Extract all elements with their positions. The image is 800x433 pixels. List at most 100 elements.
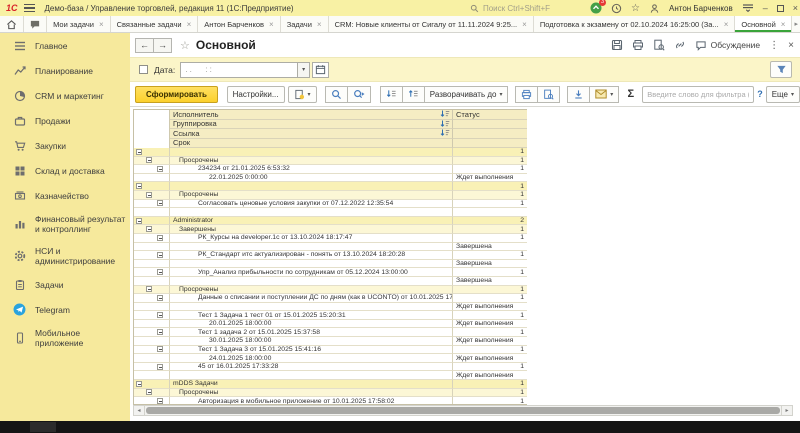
status-cell[interactable]: Завершена bbox=[453, 260, 527, 269]
row-text-cell[interactable] bbox=[170, 182, 453, 191]
count-cell[interactable]: 1 bbox=[453, 268, 527, 277]
status-cell[interactable]: Ждет выполнения bbox=[453, 371, 527, 380]
autosum-button[interactable]: Σ bbox=[625, 88, 638, 100]
table-row[interactable]: Просрочены1 bbox=[134, 157, 527, 166]
collapse-icon[interactable] bbox=[157, 312, 163, 318]
row-text-cell[interactable]: Просрочены bbox=[170, 157, 453, 166]
row-text-cell[interactable]: Тест 1 Задача 1 тест 01 от 15.01.2025 15… bbox=[170, 311, 453, 320]
tab-close-icon[interactable]: × bbox=[724, 20, 729, 29]
table-row[interactable]: Ждет выполнения bbox=[134, 371, 527, 380]
close-report-icon[interactable]: × bbox=[788, 40, 794, 51]
table-row[interactable]: Авторизация в мобильное приложение от 10… bbox=[134, 397, 527, 405]
history-icon[interactable] bbox=[611, 3, 622, 14]
minimize-button[interactable]: – bbox=[763, 4, 768, 13]
restore-button[interactable] bbox=[777, 5, 784, 12]
filter-button[interactable] bbox=[770, 61, 792, 78]
expand-groups-button[interactable] bbox=[402, 86, 425, 103]
collapse-icon[interactable] bbox=[157, 295, 163, 301]
tab-close-icon[interactable]: × bbox=[317, 20, 322, 29]
favorites-icon[interactable]: ☆ bbox=[631, 3, 640, 14]
row-text-cell[interactable]: 234234 от 21.01.2025 6:53:32 bbox=[170, 165, 453, 174]
status-cell[interactable]: Ждет выполнения bbox=[453, 320, 527, 329]
tab-close-icon[interactable]: × bbox=[269, 20, 274, 29]
save-result-button[interactable] bbox=[567, 86, 590, 103]
table-row[interactable]: Завершена bbox=[134, 260, 527, 269]
column-header-link[interactable]: Ссылка bbox=[170, 129, 453, 139]
collapse-icon[interactable] bbox=[157, 200, 163, 206]
more-menu-icon[interactable]: ⋮ bbox=[769, 40, 779, 51]
column-header-deadline[interactable]: Срок bbox=[170, 139, 453, 149]
count-cell[interactable]: 1 bbox=[453, 200, 527, 209]
current-user-name[interactable]: Антон Барченков bbox=[669, 4, 733, 13]
global-search[interactable]: Поиск Ctrl+Shift+F bbox=[470, 4, 550, 13]
scrollbar-thumb[interactable] bbox=[146, 407, 780, 414]
collapse-icon[interactable] bbox=[136, 149, 142, 155]
column-header-grouping[interactable]: Группировка bbox=[170, 120, 453, 130]
save-icon[interactable] bbox=[611, 39, 623, 51]
table-row[interactable]: Просрочены1 bbox=[134, 286, 527, 295]
table-row[interactable]: 1 bbox=[134, 148, 527, 157]
table-row[interactable]: 22.01.2025 0:00:00Ждет выполнения bbox=[134, 174, 527, 183]
os-taskbar[interactable] bbox=[0, 421, 800, 433]
tab-close-icon[interactable]: × bbox=[99, 20, 104, 29]
row-text-cell[interactable]: РК_Стандарт итс актуализирован - понять … bbox=[170, 251, 453, 260]
send-email-button[interactable]: ▾ bbox=[589, 86, 619, 103]
discussion-button[interactable]: Обсуждение bbox=[695, 40, 761, 51]
collapse-icon[interactable] bbox=[157, 346, 163, 352]
main-menu-icon[interactable] bbox=[24, 4, 35, 12]
row-text-cell[interactable]: Согласовать ценовые условия закупки от 0… bbox=[170, 200, 453, 209]
tab-crm-clients[interactable]: CRM: Новые клиенты от Сигалу от 11.11.20… bbox=[329, 16, 534, 32]
date-input[interactable] bbox=[180, 62, 298, 78]
row-text-cell[interactable]: Просрочены bbox=[170, 389, 453, 398]
tab-main[interactable]: Основной× bbox=[735, 16, 792, 32]
row-text-cell[interactable]: 22.01.2025 0:00:00 bbox=[170, 174, 453, 183]
count-cell[interactable]: 1 bbox=[453, 286, 527, 295]
row-text-cell[interactable]: Тест 1 задача 2 от 15.01.2025 15:37:58 bbox=[170, 328, 453, 337]
user-icon[interactable] bbox=[649, 3, 660, 14]
home-button[interactable] bbox=[0, 16, 24, 32]
column-header-executor[interactable]: Исполнитель bbox=[170, 110, 453, 120]
row-text-cell[interactable]: 45 от 16.01.2025 17:33:28 bbox=[170, 363, 453, 372]
table-row[interactable]: Завершена bbox=[134, 243, 527, 252]
collapse-icon[interactable] bbox=[146, 157, 152, 163]
count-cell[interactable]: 1 bbox=[453, 191, 527, 200]
sidebar-item-finance[interactable]: Финансовый результат и контроллинг bbox=[0, 208, 130, 240]
status-cell[interactable]: Ждет выполнения bbox=[453, 337, 527, 346]
row-text-cell[interactable]: Завершены bbox=[170, 225, 453, 234]
generate-button[interactable]: Сформировать bbox=[135, 86, 218, 103]
sidebar-item-treasury[interactable]: Казначейство bbox=[0, 183, 130, 208]
row-text-cell[interactable]: Данные о списании и поступлении ДС по дн… bbox=[170, 294, 453, 303]
table-row[interactable]: 24.01.2025 18:00:00Ждет выполнения bbox=[134, 354, 527, 363]
table-row[interactable]: Упр_Анализ прибыльности по сотрудникам о… bbox=[134, 268, 527, 277]
tab-scroll-right[interactable]: ▸ bbox=[792, 16, 800, 32]
tab-close-icon[interactable]: × bbox=[522, 20, 527, 29]
row-text-cell[interactable] bbox=[170, 208, 453, 217]
status-cell[interactable]: Завершена bbox=[453, 243, 527, 252]
sidebar-item-crm[interactable]: CRM и маркетинг bbox=[0, 83, 130, 108]
notifications-button[interactable]: 3 bbox=[590, 2, 602, 14]
count-cell[interactable]: 1 bbox=[453, 225, 527, 234]
table-row[interactable]: mDDS Задачи1 bbox=[134, 380, 527, 389]
sidebar-item-purchases[interactable]: Закупки bbox=[0, 133, 130, 158]
preview-icon[interactable] bbox=[653, 39, 665, 51]
table-row[interactable]: Данные о списании и поступлении ДС по дн… bbox=[134, 294, 527, 303]
row-text-cell[interactable]: Авторизация в мобильное приложение от 10… bbox=[170, 397, 453, 405]
sidebar-item-admin[interactable]: НСИ и администрирование bbox=[0, 240, 130, 272]
close-window-button[interactable]: × bbox=[793, 4, 798, 13]
row-text-cell[interactable] bbox=[170, 371, 453, 380]
collapse-icon[interactable] bbox=[146, 286, 152, 292]
tab-user[interactable]: Антон Барченков× bbox=[198, 16, 280, 32]
count-cell[interactable]: 2 bbox=[453, 217, 527, 226]
table-row[interactable]: Завершена bbox=[134, 277, 527, 286]
collapse-icon[interactable] bbox=[157, 235, 163, 241]
count-cell[interactable]: 1 bbox=[453, 380, 527, 389]
tab-close-icon[interactable]: × bbox=[781, 20, 786, 29]
row-text-cell[interactable]: Просрочены bbox=[170, 191, 453, 200]
print-preview-button[interactable] bbox=[537, 86, 560, 103]
row-text-cell[interactable]: РК_Курсы на developer.1с от 13.10.2024 1… bbox=[170, 234, 453, 243]
horizontal-scrollbar[interactable]: ◂ ▸ bbox=[133, 405, 793, 416]
count-cell[interactable]: 1 bbox=[453, 397, 527, 405]
row-text-cell[interactable] bbox=[170, 148, 453, 157]
status-cell[interactable]: Ждет выполнения bbox=[453, 354, 527, 363]
row-text-cell[interactable]: 24.01.2025 18:00:00 bbox=[170, 354, 453, 363]
